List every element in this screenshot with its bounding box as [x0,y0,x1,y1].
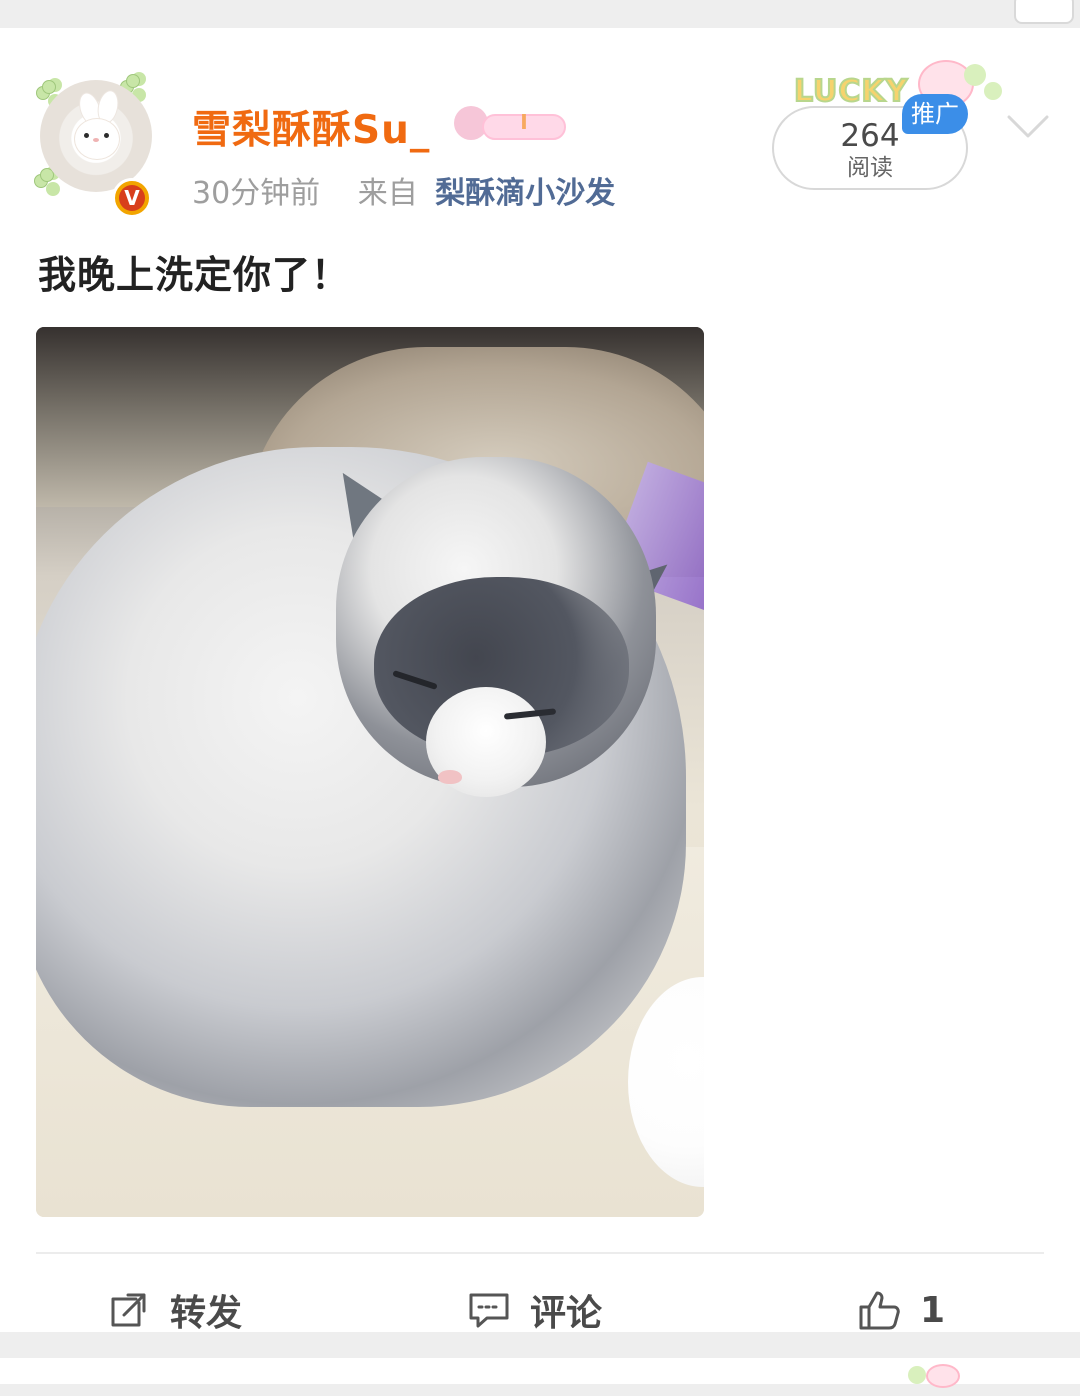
comment-icon [469,1293,509,1328]
post-image[interactable] [36,327,704,1217]
post-card: V 雪梨酥酥Su_ I 30分钟前 来自 梨酥滴小沙发 LUCKY 264 阅读… [0,28,1080,1334]
cat-nose [438,770,462,784]
rabbit-nose [93,138,99,142]
like-count: 1 [920,1289,946,1331]
username[interactable]: 雪梨酥酥Su_ [192,106,430,156]
source-link[interactable]: 梨酥滴小沙发 [435,176,615,211]
rabbit-eye-right [104,133,109,138]
repost-icon [111,1293,146,1327]
source-prefix: 来自 [357,176,418,211]
avatar-image [40,80,152,192]
post-text: 我晚上洗定你了！ [38,253,351,297]
post-meta: 30分钟前 来自 梨酥滴小沙发 [192,172,615,216]
top-gap [0,0,1080,28]
top-tab[interactable] [1014,0,1074,24]
action-divider [36,1252,1044,1254]
next-card-decoration [908,1364,976,1396]
clover-icon [908,1366,926,1384]
comment-label: 评论 [530,1293,603,1334]
post-time: 30分钟前 [192,176,321,211]
promo-badge: 推广 [902,94,968,134]
rabbit-eye-left [84,133,89,138]
read-label: 阅读 [847,155,893,181]
username-decoration: I [454,106,566,150]
pig-icon [926,1364,960,1388]
decoration-mark: I [520,110,528,134]
lucky-text: LUCKY [793,74,909,109]
clover-icon [964,64,986,86]
clover-icon [984,82,1002,100]
repost-label: 转发 [170,1293,243,1334]
thumbs-up-icon [859,1291,900,1330]
chevron-down-icon[interactable] [1006,112,1050,142]
verified-badge-label: V [119,185,145,211]
verified-badge: V [112,178,152,218]
